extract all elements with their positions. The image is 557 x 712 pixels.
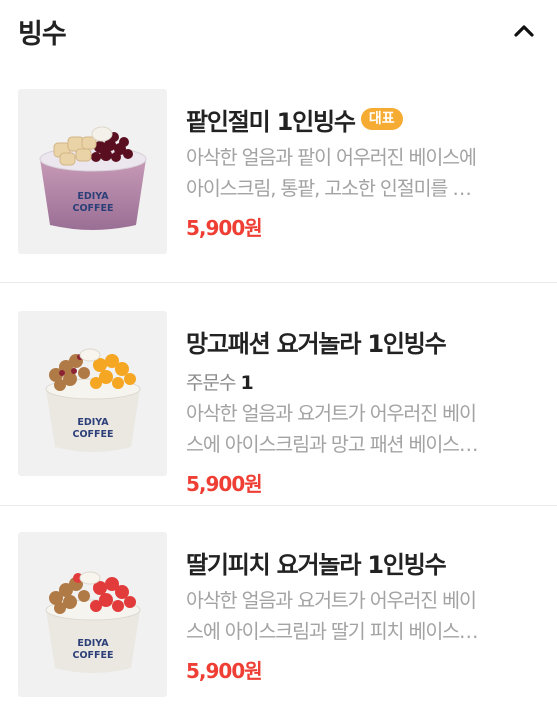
item-info: 팥인절미 1인빙수 대표 아삭한 얼음과 팥이 어우러진 베이스에 아이스크림,…	[186, 89, 538, 254]
product-image: EDIYA COFFEE	[18, 89, 167, 254]
section-title: 빙수	[18, 18, 67, 50]
menu-item-mango-passion[interactable]: EDIYA COFFEE 망고패션 요거놀라 1인빙수 주문수 1 아삭한 얼음…	[0, 311, 557, 497]
chevron-up-icon	[514, 25, 534, 37]
svg-text:EDIYA: EDIYA	[77, 638, 109, 649]
svg-text:COFFEE: COFFEE	[72, 650, 113, 661]
menu-item-strawberry-peach[interactable]: EDIYA COFFEE 딸기피치 요거놀라 1인빙수 아삭한 얼음과 요거트가…	[0, 532, 557, 697]
divider	[0, 282, 557, 283]
item-price: 5,900원	[186, 659, 263, 683]
menu-item-red-bean-injeolmi[interactable]: EDIYA COFFEE 팥인절미 1인빙수 대표 아삭한 얼음과 팥이 어우러…	[0, 89, 557, 254]
item-price: 5,900원	[186, 216, 263, 240]
product-image: EDIYA COFFEE	[18, 311, 167, 476]
item-name: 팥인절미 1인빙수	[186, 107, 356, 136]
svg-text:COFFEE: COFFEE	[72, 429, 113, 440]
item-description: 아삭한 얼음과 요거트가 어우러진 베이 스에 아이스크림과 딸기 피치 베이스…	[186, 589, 479, 643]
order-count-label: 주문수	[186, 372, 236, 394]
item-price: 5,900원	[186, 472, 263, 496]
item-info: 딸기피치 요거놀라 1인빙수 아삭한 얼음과 요거트가 어우러진 베이 스에 아…	[186, 532, 538, 697]
item-description: 아삭한 얼음과 팥이 어우러진 베이스에 아이스크림, 통팥, 고소한 인절미를…	[186, 146, 477, 200]
item-name: 딸기피치 요거놀라 1인빙수	[186, 550, 447, 579]
order-count: 주문수 1	[186, 368, 538, 394]
item-description: 아삭한 얼음과 요거트가 어우러진 베이 스에 아이스크림과 망고 패션 베이스…	[186, 402, 479, 456]
section-header: 빙수	[0, 0, 557, 62]
svg-text:COFFEE: COFFEE	[72, 203, 113, 214]
collapse-button[interactable]	[509, 16, 539, 46]
divider	[0, 505, 557, 506]
svg-text:EDIYA: EDIYA	[77, 191, 109, 202]
order-count-value: 1	[240, 372, 254, 394]
item-info: 망고패션 요거놀라 1인빙수 주문수 1 아삭한 얼음과 요거트가 어우러진 베…	[186, 311, 538, 497]
item-name: 망고패션 요거놀라 1인빙수	[186, 329, 447, 358]
product-image: EDIYA COFFEE	[18, 532, 167, 697]
signature-badge: 대표	[360, 108, 403, 130]
svg-text:EDIYA: EDIYA	[77, 417, 109, 428]
